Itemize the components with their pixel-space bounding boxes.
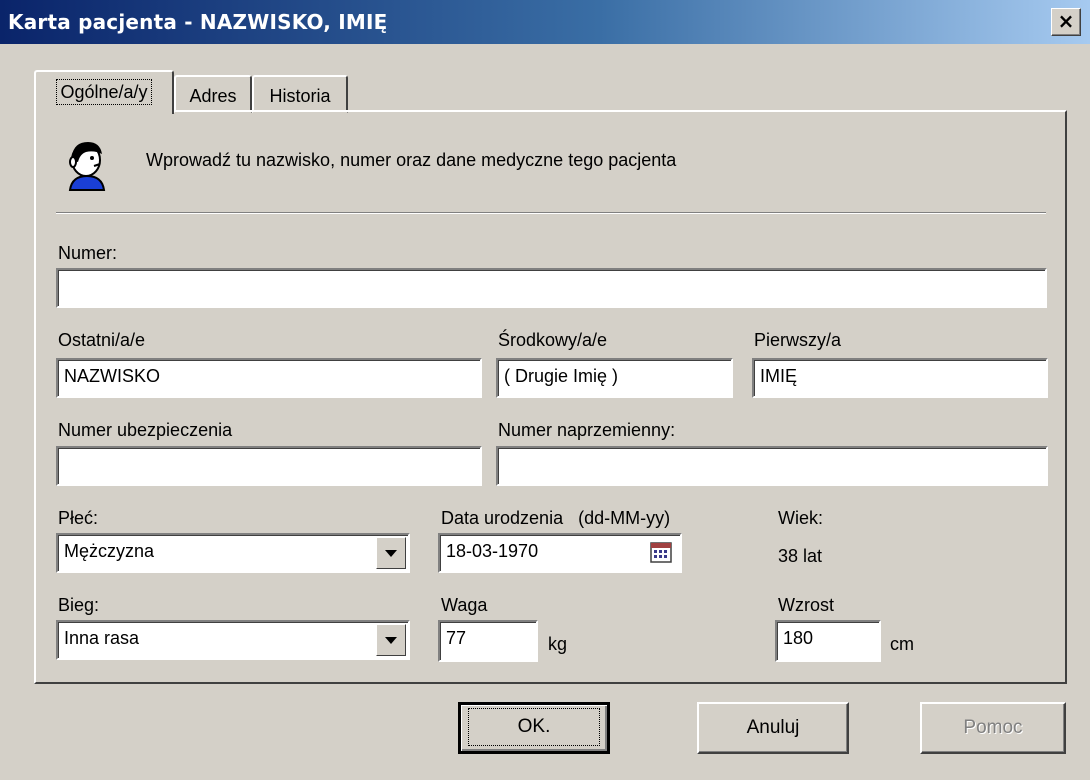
gender-value: Mężczyzna (64, 541, 155, 561)
middle-name-input[interactable]: ( Drugie Imię ) (496, 358, 733, 398)
birth-date-input[interactable]: 18-03-1970 (438, 533, 682, 573)
separator (56, 212, 1046, 214)
birth-date-value: 18-03-1970 (446, 541, 539, 561)
title-bar: Karta pacjenta - NAZWISKO, IMIĘ × (0, 0, 1090, 44)
tab-adres[interactable]: Adres (174, 75, 252, 113)
calendar-icon[interactable] (650, 541, 672, 563)
numer-input[interactable] (56, 268, 1047, 308)
help-label: Pomoc (963, 717, 1023, 738)
tab-historia[interactable]: Historia (252, 75, 348, 113)
waga-label: Waga (441, 595, 488, 615)
ok-label: OK. (468, 708, 600, 746)
dob-label-text: Data urodzenia (441, 508, 564, 528)
patient-head-icon (68, 142, 106, 191)
close-icon: × (1057, 9, 1075, 33)
srodkowy-label: Środkowy/a/e (498, 330, 608, 350)
numer-label: Numer: (58, 243, 118, 263)
pierwszy-label: Pierwszy/a (754, 330, 842, 350)
dob-label: Data urodzenia (dd-MM-yy) (441, 508, 670, 529)
tab-ogolne[interactable]: Ogólne/a/y (34, 70, 174, 114)
gender-select[interactable]: Mężczyzna (56, 533, 410, 573)
chevron-down-icon (385, 549, 397, 557)
wzrost-label: Wzrost (778, 595, 834, 615)
chevron-down-icon (385, 636, 397, 644)
weight-unit: kg (548, 634, 568, 654)
insurance-number-input[interactable] (56, 446, 482, 486)
ostatni-label: Ostatni/a/e (58, 330, 146, 350)
dropdown-button[interactable] (376, 537, 406, 569)
plec-label: Płeć: (58, 508, 99, 528)
wiek-label: Wiek: (778, 508, 823, 528)
last-name-input[interactable]: NAZWISKO (56, 358, 482, 398)
alternate-number-input[interactable] (496, 446, 1048, 486)
ubezpieczenie-label: Numer ubezpieczenia (58, 420, 233, 440)
header-description: Wprowadź tu nazwisko, numer oraz dane me… (146, 150, 677, 170)
cancel-label: Anuluj (746, 717, 800, 738)
tab-label: Ogólne/a/y (56, 79, 152, 105)
close-button[interactable]: × (1051, 8, 1081, 36)
bieg-label: Bieg: (58, 595, 100, 615)
race-value: Inna rasa (64, 628, 140, 648)
window-title: Karta pacjenta - NAZWISKO, IMIĘ (8, 10, 388, 34)
weight-input[interactable]: 77 (438, 620, 538, 662)
first-name-input[interactable]: IMIĘ (752, 358, 1048, 398)
naprzemienny-label: Numer naprzemienny: (498, 420, 676, 440)
race-select[interactable]: Inna rasa (56, 620, 410, 660)
age-value: 38 lat (778, 546, 823, 566)
dropdown-button[interactable] (376, 624, 406, 656)
cancel-button[interactable]: Anuluj (697, 702, 849, 754)
dob-format: (dd-MM-yy) (578, 508, 671, 528)
height-unit: cm (890, 634, 914, 654)
ok-button[interactable]: OK. (458, 702, 610, 754)
help-button: Pomoc (920, 702, 1066, 754)
height-input[interactable]: 180 (775, 620, 881, 662)
